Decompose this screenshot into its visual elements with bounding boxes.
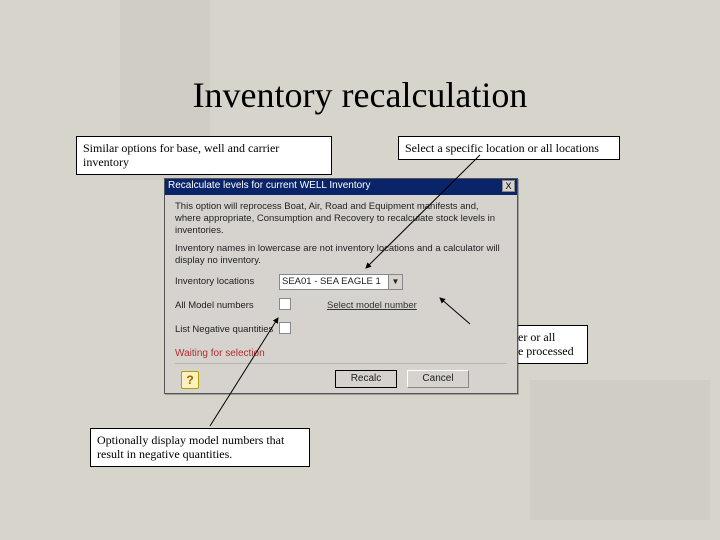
recalc-button[interactable]: Recalc [335,370,397,388]
select-model-link[interactable]: Select model number [327,300,417,311]
annotation-top-left: Similar options for base, well and carri… [76,136,332,175]
dialog-title: Recalculate levels for current WELL Inve… [168,180,371,191]
dialog-button-row: ? Recalc Cancel [175,369,507,393]
dialog-body: This option will reprocess Boat, Air, Ro… [165,195,517,397]
list-negative-checkbox[interactable] [279,322,291,334]
row-list-negative: List Negative quantities [175,322,507,338]
label-location: Inventory locations [175,276,254,287]
cancel-button[interactable]: Cancel [407,370,469,388]
annotation-bottom-left: Optionally display model numbers that re… [90,428,310,467]
watermark-ship [530,380,710,520]
recalculate-dialog: Recalculate levels for current WELL Inve… [164,178,518,394]
location-select-value: SEA01 - SEA EAGLE 1 [282,276,381,287]
all-models-checkbox[interactable] [279,298,291,310]
close-icon[interactable]: X [502,180,515,192]
status-text: Waiting for selection [175,348,507,359]
dialog-titlebar[interactable]: Recalculate levels for current WELL Inve… [165,179,517,195]
page-title: Inventory recalculation [0,74,720,116]
label-all-models: All Model numbers [175,300,254,311]
annotation-top-right: Select a specific location or all locati… [398,136,620,160]
row-location: Inventory locations SEA01 - SEA EAGLE 1 … [175,274,507,290]
dialog-intro-2: Inventory names in lowercase are not inv… [175,243,507,267]
row-all-models: All Model numbers Select model number [175,298,507,314]
label-list-negative: List Negative quantities [175,324,273,335]
chevron-down-icon[interactable]: ▼ [388,275,402,289]
help-icon[interactable]: ? [181,371,199,389]
location-select[interactable]: SEA01 - SEA EAGLE 1 ▼ [279,274,403,290]
dialog-intro-1: This option will reprocess Boat, Air, Ro… [175,201,507,237]
divider [175,363,507,364]
